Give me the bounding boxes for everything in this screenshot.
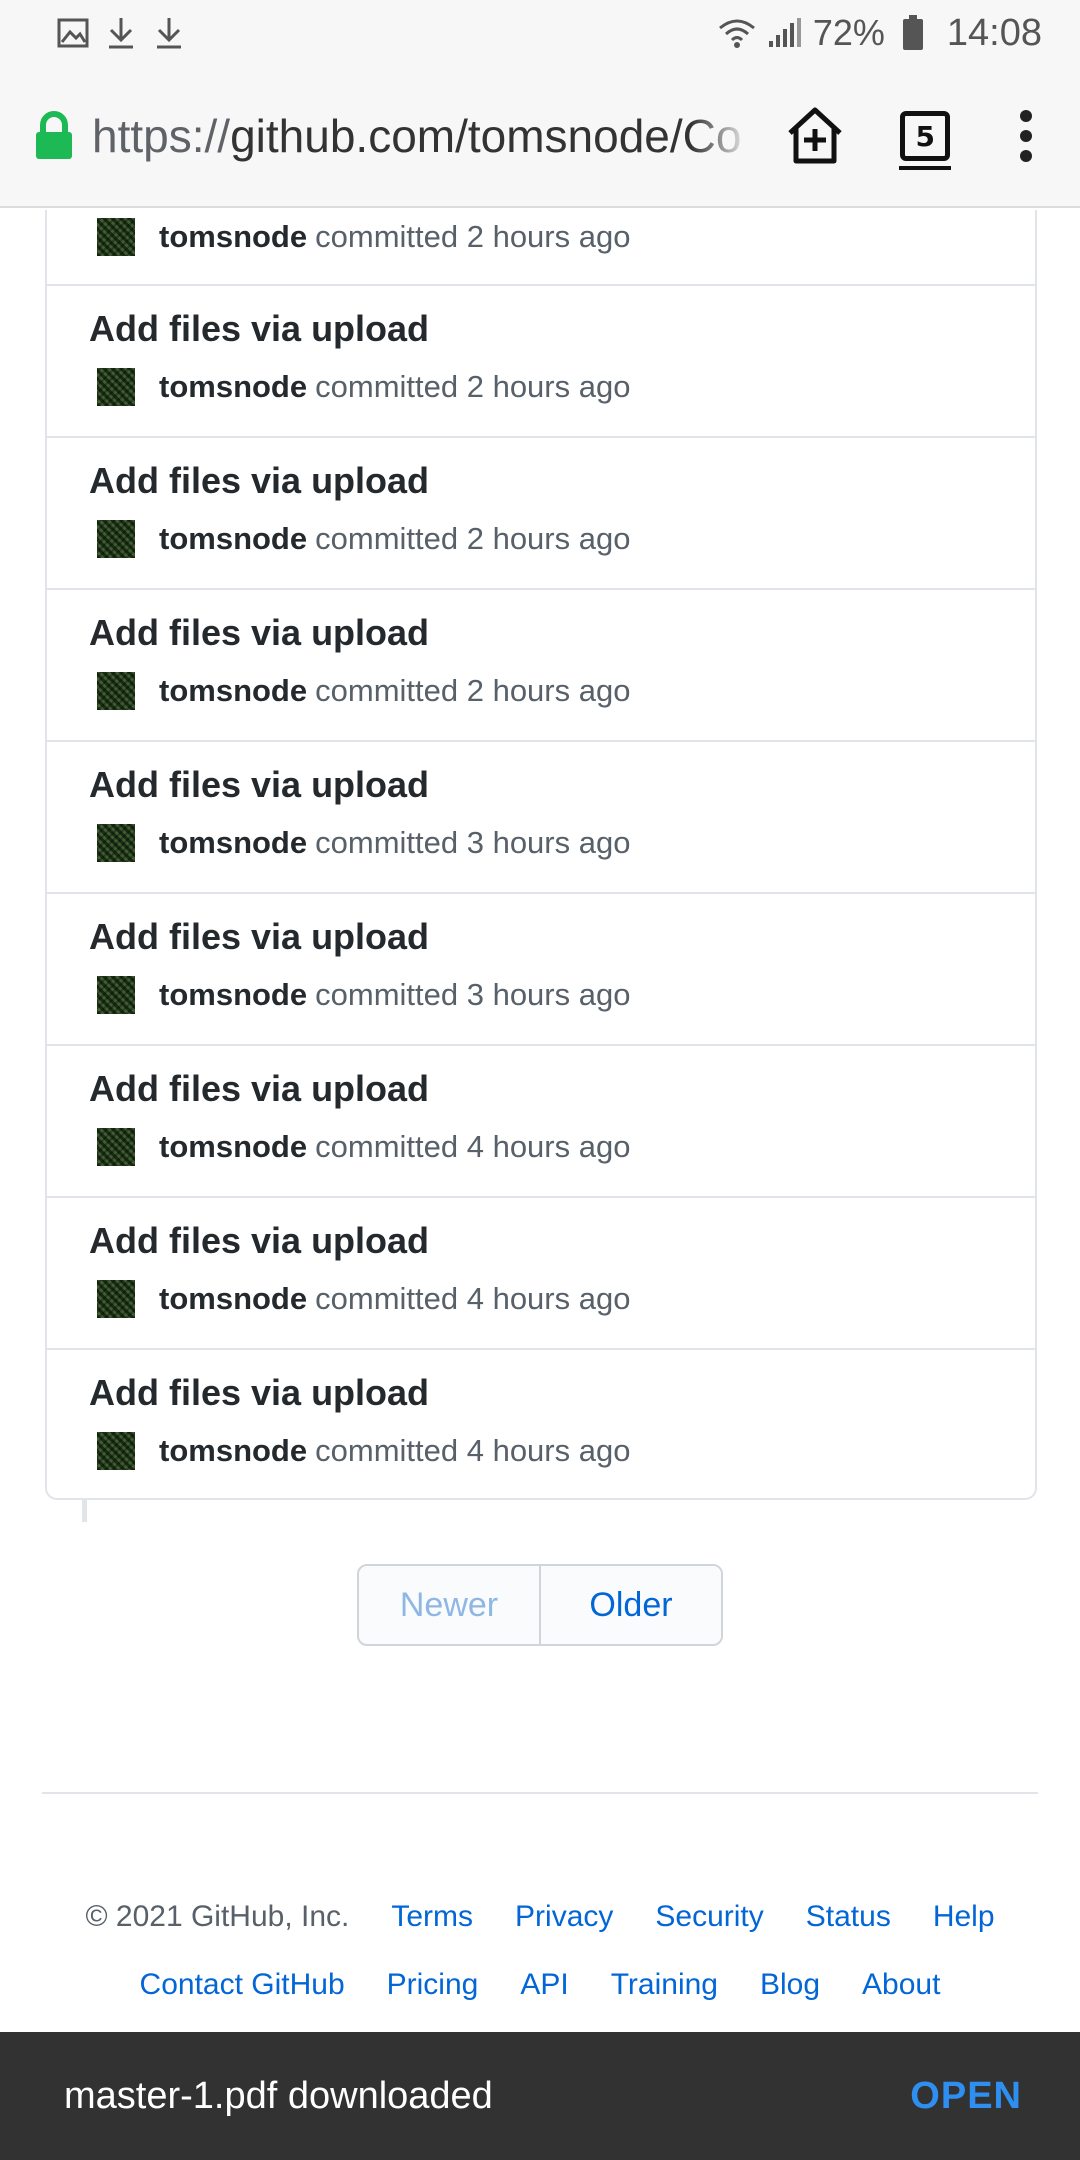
commit-title[interactable]: Add files via upload [89,460,429,502]
commit-meta: tomsnode committed 2 hours ago [97,368,630,406]
commit-author[interactable]: tomsnode [159,1433,307,1469]
commit-row[interactable]: Add files via upload tomsnode committed … [47,1350,1035,1498]
commit-row[interactable]: Add files via upload tomsnode committed … [47,286,1035,438]
commit-author[interactable]: tomsnode [159,219,307,255]
pagination: Newer Older [357,1564,723,1646]
lock-icon[interactable] [34,111,74,161]
commit-author[interactable]: tomsnode [159,977,307,1013]
commit-title[interactable]: Add files via upload [89,764,429,806]
url-scheme: https:// [92,110,231,162]
commit-time: committed 2 hours ago [315,369,631,404]
tab-count: 5 [899,111,952,170]
commit-title[interactable]: Add files via upload [89,308,429,350]
commit-title[interactable]: Add files via upload [89,1372,429,1414]
commit-row[interactable]: Add files via upload tomsnode committed … [47,590,1035,742]
commit-title[interactable]: Add files via upload [89,1068,429,1110]
notification-icons [56,16,186,50]
commit-meta: tomsnode committed 2 hours ago [97,218,630,256]
footer-link-help[interactable]: Help [933,1900,995,1934]
older-button[interactable]: Older [541,1566,721,1644]
commit-row[interactable]: Add files via upload tomsnode committed … [47,742,1035,894]
commit-meta: tomsnode committed 4 hours ago [97,1432,630,1470]
commit-meta: tomsnode committed 4 hours ago [97,1128,630,1166]
footer-link-status[interactable]: Status [806,1900,891,1934]
avatar[interactable] [97,520,135,558]
avatar[interactable] [97,1432,135,1470]
footer-link-training[interactable]: Training [611,1968,718,2002]
footer-link-terms[interactable]: Terms [391,1900,473,1934]
status-bar: 72% 14:08 [0,0,1080,66]
commit-time: committed 3 hours ago [315,977,631,1012]
commit-author[interactable]: tomsnode [159,369,307,405]
url-host: github.com/tomsnode/Co [230,110,742,162]
download-snackbar: master-1.pdf downloaded OPEN [0,2032,1080,2160]
footer-link-about[interactable]: About [862,1968,940,2002]
download-icon [104,16,138,50]
footer-links-row-2: Contact GitHub Pricing API Training Blog… [0,1968,1080,2002]
commit-row[interactable]: Add files via upload tomsnode committed … [47,894,1035,1046]
avatar[interactable] [97,824,135,862]
avatar[interactable] [97,368,135,406]
clock: 14:08 [946,11,1042,54]
commit-row[interactable]: Add files via upload tomsnode committed … [47,438,1035,590]
commit-time: committed 2 hours ago [315,219,631,254]
signal-icon [765,15,805,51]
footer-link-blog[interactable]: Blog [760,1968,820,2002]
commit-title[interactable]: Add files via upload [89,612,429,654]
commit-title[interactable]: Add files via upload [89,916,429,958]
avatar[interactable] [97,1128,135,1166]
browser-toolbar: https://github.com/tomsnode/Co 5 [0,66,1080,208]
commit-meta: tomsnode committed 2 hours ago [97,672,630,710]
avatar[interactable] [97,218,135,256]
footer-link-contact-github[interactable]: Contact GitHub [140,1968,345,2002]
add-to-home-button[interactable] [771,86,861,186]
snackbar-message: master-1.pdf downloaded [64,2074,493,2117]
battery-percent: 72% [812,12,885,53]
wifi-icon [717,15,757,51]
commit-title[interactable]: Add files via upload [89,1220,429,1262]
commit-meta: tomsnode committed 4 hours ago [97,1280,630,1318]
footer-link-privacy[interactable]: Privacy [515,1900,613,1934]
commit-meta: tomsnode committed 3 hours ago [97,824,630,862]
more-menu-icon[interactable] [996,86,1056,186]
image-icon [56,16,90,50]
footer-link-security[interactable]: Security [655,1900,763,1934]
commit-time: committed 4 hours ago [315,1281,631,1316]
commit-author[interactable]: tomsnode [159,825,307,861]
commit-meta: tomsnode committed 3 hours ago [97,976,630,1014]
commit-author[interactable]: tomsnode [159,521,307,557]
commit-time: committed 2 hours ago [315,673,631,708]
avatar[interactable] [97,1280,135,1318]
commit-row[interactable]: tomsnode committed 2 hours ago [47,210,1035,286]
commit-row[interactable]: Add files via upload tomsnode committed … [47,1046,1035,1198]
commit-author[interactable]: tomsnode [159,1129,307,1165]
avatar[interactable] [97,672,135,710]
address-bar[interactable]: https://github.com/tomsnode/Co [92,109,751,163]
footer-link-pricing[interactable]: Pricing [387,1968,479,2002]
commit-time: committed 2 hours ago [315,521,631,556]
system-indicators: 72% 14:08 [717,12,1042,55]
home-plus-icon [788,107,843,164]
newer-button[interactable]: Newer [359,1566,541,1644]
timeline-line [82,1500,87,1522]
avatar[interactable] [97,976,135,1014]
download-icon [152,16,186,50]
commit-time: committed 4 hours ago [315,1129,631,1164]
commit-time: committed 4 hours ago [315,1433,631,1468]
footer-links-row-1: © 2021 GitHub, Inc. Terms Privacy Securi… [0,1900,1080,1934]
tabs-button[interactable]: 5 [880,86,970,186]
footer-link-api[interactable]: API [520,1968,568,2002]
commit-list: tomsnode committed 2 hours ago Add files… [45,210,1037,1500]
commit-author[interactable]: tomsnode [159,673,307,709]
battery-icon [893,15,933,51]
copyright: © 2021 GitHub, Inc. [85,1900,350,1933]
commit-row[interactable]: Add files via upload tomsnode committed … [47,1198,1035,1350]
open-button[interactable]: OPEN [910,2075,1022,2118]
commit-meta: tomsnode committed 2 hours ago [97,520,630,558]
commit-author[interactable]: tomsnode [159,1281,307,1317]
footer-divider [42,1792,1038,1794]
commit-time: committed 3 hours ago [315,825,631,860]
